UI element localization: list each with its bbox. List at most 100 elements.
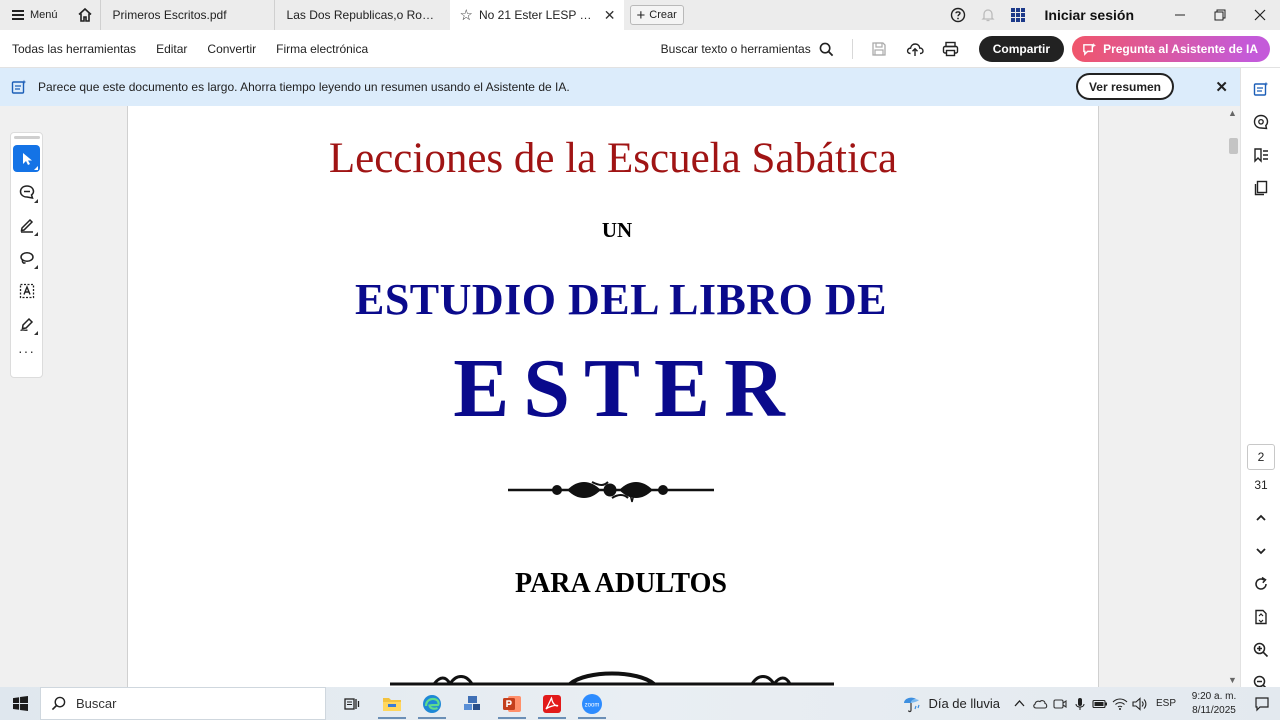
submenu-corner <box>34 265 38 269</box>
weather-label: Día de lluvia <box>928 696 1000 711</box>
onedrive-cloud-icon[interactable] <box>1030 687 1050 720</box>
apps-button[interactable] <box>1003 0 1033 30</box>
ai-assistant-panel-button[interactable] <box>1241 72 1280 105</box>
document-viewport[interactable]: Lecciones de la Escuela Sabática UN ESTU… <box>0 106 1240 687</box>
print-button[interactable] <box>933 30 969 68</box>
rail-grip[interactable] <box>13 136 40 139</box>
rain-umbrella-icon <box>904 697 921 712</box>
input-language-indicator[interactable]: ESP <box>1156 698 1176 709</box>
windows-taskbar: Buscar zoom Día de lluvia ESP 9:20 a. m.… <box>0 687 1280 720</box>
apps-grid-icon <box>1010 8 1025 22</box>
scroll-up-arrow-icon[interactable]: ▲ <box>1228 108 1237 118</box>
network-app[interactable] <box>452 687 492 720</box>
windows-logo-icon <box>12 696 28 711</box>
acrobat-app[interactable] <box>532 687 572 720</box>
page-fit-button[interactable] <box>1241 600 1280 633</box>
close-banner-icon[interactable]: ✕ <box>1215 78 1228 96</box>
document-estudio-heading: ESTUDIO DEL LIBRO DE <box>354 275 888 324</box>
scroll-thumb[interactable] <box>1229 138 1238 154</box>
zoom-icon: zoom <box>582 693 602 714</box>
notifications-button[interactable] <box>973 0 1003 30</box>
home-button[interactable] <box>70 0 100 30</box>
comments-panel-button[interactable] <box>1241 105 1280 138</box>
menu-all-tools[interactable]: Todas las herramientas <box>0 42 146 56</box>
start-button[interactable] <box>0 687 40 720</box>
pages-panel-button[interactable] <box>1241 171 1280 204</box>
menu-button[interactable]: Menú <box>0 0 70 30</box>
navigation-controls <box>1241 501 1280 699</box>
svg-text:zoom: zoom <box>585 702 600 708</box>
fill-sign-tool-button[interactable] <box>13 310 40 337</box>
main-toolbar: Todas las herramientas Editar Convertir … <box>0 30 1280 68</box>
page-fit-icon <box>1255 609 1267 624</box>
save-icon <box>872 42 886 56</box>
close-window-button[interactable] <box>1240 0 1280 30</box>
search-tools-button[interactable]: Buscar texto o herramientas <box>661 42 834 57</box>
menu-label: Menú <box>30 9 58 21</box>
weather-widget[interactable]: Día de lluvia <box>902 694 1000 714</box>
document-adultos-heading: PARA ADULTOS <box>515 568 727 599</box>
edge-browser-app[interactable] <box>412 687 452 720</box>
zoom-app[interactable]: zoom <box>572 687 612 720</box>
ai-assistant-label: Pregunta al Asistente de IA <box>1103 42 1258 56</box>
document-title: Lecciones de la Escuela Sabática <box>328 135 898 182</box>
ai-assistant-button[interactable]: Pregunta al Asistente de IA <box>1072 36 1270 62</box>
quick-tools-rail: ··· <box>10 132 43 378</box>
comment-tool-button[interactable] <box>13 178 40 205</box>
submenu-corner <box>34 232 38 236</box>
menu-edit[interactable]: Editar <box>146 42 197 56</box>
highlight-tool-button[interactable] <box>13 211 40 238</box>
rotate-button[interactable] <box>1241 567 1280 600</box>
bell-icon <box>980 9 995 22</box>
minimize-button[interactable] <box>1160 0 1200 30</box>
signin-link[interactable]: Iniciar sesión <box>1045 7 1134 23</box>
pdf-page: Lecciones de la Escuela Sabática UN ESTU… <box>127 106 1099 687</box>
home-icon <box>77 7 92 22</box>
draw-tool-button[interactable] <box>13 244 40 271</box>
network-computer-icon <box>464 695 480 710</box>
show-hidden-icons-chevron-icon[interactable] <box>1010 687 1030 720</box>
menu-convert[interactable]: Convertir <box>197 42 266 56</box>
help-button[interactable] <box>943 0 973 30</box>
vertical-scrollbar[interactable]: ▲ ▼ <box>1226 106 1240 687</box>
bookmarks-panel-button[interactable] <box>1241 138 1280 171</box>
notification-center-button[interactable] <box>1244 687 1280 720</box>
view-summary-button[interactable]: Ver resumen <box>1075 73 1174 100</box>
share-button[interactable]: Compartir <box>978 36 1065 62</box>
menu-esign[interactable]: Firma electrónica <box>266 42 378 56</box>
wifi-icon[interactable] <box>1110 687 1130 720</box>
zoom-in-button[interactable] <box>1241 633 1280 666</box>
clock-date: 8/11/2025 <box>1192 704 1236 716</box>
right-panel-rail: 2 31 <box>1240 68 1280 690</box>
volume-icon[interactable] <box>1130 687 1150 720</box>
restore-button[interactable] <box>1200 0 1240 30</box>
close-tab-icon[interactable]: ✕ <box>604 7 616 24</box>
tab-label: No 21 Ester LESP Re... <box>478 8 597 22</box>
powerpoint-app[interactable] <box>492 687 532 720</box>
zoom-in-icon <box>1253 642 1269 657</box>
previous-page-button[interactable] <box>1241 501 1280 534</box>
battery-icon[interactable] <box>1090 687 1110 720</box>
close-icon <box>1254 9 1266 21</box>
star-icon[interactable]: ☆ <box>460 6 473 24</box>
taskbar-clock[interactable]: 9:20 a. m. 8/11/2025 <box>1184 690 1244 718</box>
toolbar-right: Buscar texto o herramientas Compartir Pr… <box>661 30 1270 68</box>
tab-primeros-escritos[interactable]: Primeros Escritos.pdf <box>99 0 274 30</box>
save-button[interactable] <box>861 30 897 68</box>
taskbar-search-box[interactable]: Buscar <box>40 687 326 720</box>
current-page-input[interactable]: 2 <box>1247 444 1275 470</box>
tab-las-dos-republicas[interactable]: Las Dos Republicas,o Roma y Estados Unid… <box>273 0 450 30</box>
scroll-down-arrow-icon[interactable]: ▼ <box>1228 675 1237 685</box>
create-button[interactable]: + Crear <box>629 5 684 25</box>
upload-cloud-button[interactable] <box>897 30 933 68</box>
more-tools-icon[interactable]: ··· <box>11 343 42 359</box>
tab-no21-ester[interactable]: ☆ No 21 Ester LESP Re... ✕ <box>449 0 624 30</box>
system-tray: Día de lluvia ESP 9:20 a. m. 8/11/2025 <box>902 687 1280 720</box>
text-box-tool-button[interactable] <box>13 277 40 304</box>
meet-now-icon[interactable] <box>1050 687 1070 720</box>
microphone-icon[interactable] <box>1070 687 1090 720</box>
file-explorer-app[interactable] <box>372 687 412 720</box>
select-tool-button[interactable] <box>13 145 40 172</box>
next-page-button[interactable] <box>1241 534 1280 567</box>
task-view-button[interactable] <box>332 687 372 720</box>
